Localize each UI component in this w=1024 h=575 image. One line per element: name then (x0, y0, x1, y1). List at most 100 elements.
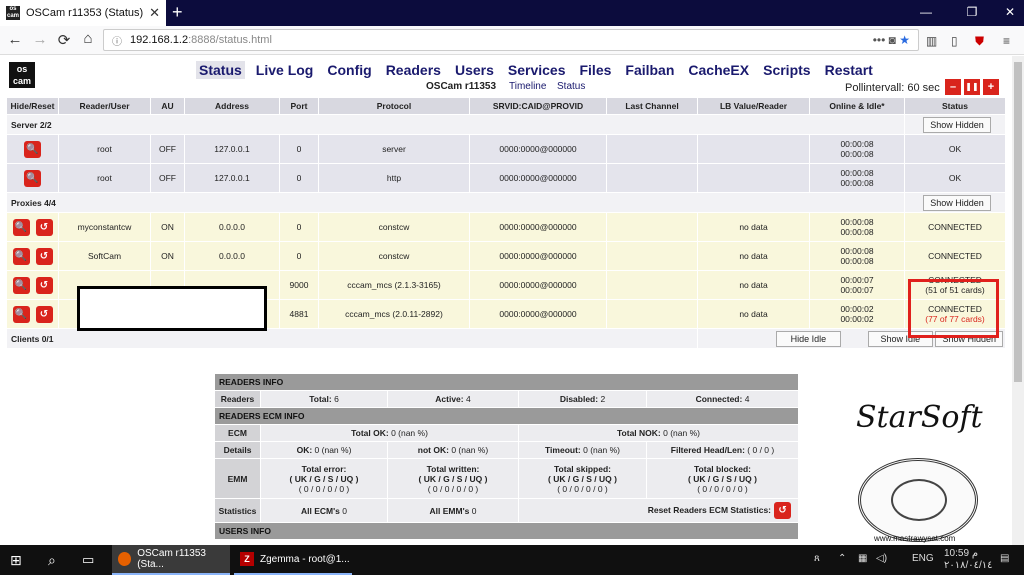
col-protocol: Protocol (318, 97, 470, 115)
url-bar[interactable]: ⓘ 192.168.1.2 :8888/status.html ••• ◙ ★ (103, 29, 919, 51)
menu-live-log[interactable]: Live Log (253, 61, 317, 79)
server-srvid: 0000:0000@000000 (469, 163, 607, 193)
server-au: OFF (150, 134, 185, 164)
reset-icon[interactable]: ↺ (35, 305, 53, 323)
forward-button[interactable]: → (29, 31, 51, 48)
taskbar-app-firefox[interactable]: OSCam r11353 (Sta... (112, 545, 230, 575)
readers-label: Readers (214, 390, 261, 408)
readers-disabled: Disabled: 2 (518, 390, 647, 408)
reset-icon[interactable]: ↺ (35, 247, 53, 265)
col-au: AU (150, 97, 185, 115)
search-icon[interactable]: 🔍 (24, 140, 41, 158)
col-status: Status (904, 97, 1006, 115)
proxy-last-channel (606, 212, 698, 242)
search-icon[interactable]: 🔍 (12, 276, 30, 294)
clock-date[interactable]: ٢٠١٨/٠٤/١٤ (944, 560, 993, 571)
menu-restart[interactable]: Restart (822, 61, 876, 79)
minimize-window-icon[interactable]: — (916, 5, 936, 19)
clients-section-label: Clients 0/1 (6, 328, 698, 349)
proxy-online-idle: 00:00:07 00:00:07 (809, 270, 905, 300)
proxies-show-hidden-button[interactable]: Show Hidden (923, 194, 991, 211)
watermark-text: StarSoft (856, 400, 983, 435)
proxy-port: 4881 (279, 299, 319, 329)
table-row: 🔍 ↺ myconstantcw ON 0.0.0.0 0 constcw 000… (6, 212, 1006, 242)
info-icon[interactable]: ⓘ (112, 33, 122, 48)
menu-scripts[interactable]: Scripts (760, 61, 813, 79)
network-icon[interactable]: ▦ (858, 553, 867, 564)
reload-button[interactable]: ⟳ (53, 31, 75, 49)
close-window-icon[interactable]: ✕ (1000, 5, 1020, 19)
search-icon[interactable]: 🔍 (24, 169, 41, 187)
sidebar-icon[interactable]: ▯ (951, 34, 958, 48)
oscam-logo[interactable]: os cam (9, 62, 35, 88)
server-show-hidden-button[interactable]: Show Hidden (923, 116, 991, 133)
timeline-link[interactable]: Timeline (509, 81, 546, 92)
proxy-lb-value: no data (697, 299, 810, 329)
details-ok: OK: 0 (nan %) (260, 441, 388, 459)
readers-total: Total: 6 (260, 390, 388, 408)
server-status: OK (904, 134, 1006, 164)
task-view-icon[interactable]: ▭ (82, 545, 94, 575)
restore-window-icon[interactable]: ❐ (962, 5, 982, 19)
poll-decrease-button[interactable]: – (945, 79, 961, 95)
library-icon[interactable]: ▥ (926, 34, 937, 48)
taskbar-app-filezilla[interactable]: Z Zgemma - root@1... (234, 545, 352, 575)
menu-config[interactable]: Config (324, 61, 374, 79)
ecm-label: ECM (214, 424, 261, 442)
proxy-lb-value: no data (697, 270, 810, 300)
notification-icon[interactable]: ▤ (1000, 553, 1009, 564)
search-icon[interactable]: 🔍 (12, 305, 30, 323)
poll-increase-button[interactable]: + (983, 79, 999, 95)
language-indicator[interactable]: ENG (912, 553, 934, 564)
clients-section-row: Clients 0/1 Hide Idle Show Idle Show Hid… (6, 328, 1006, 349)
search-icon[interactable]: 🔍 (12, 247, 30, 265)
back-button[interactable]: ← (4, 31, 26, 48)
people-icon[interactable]: ጸ (814, 553, 820, 564)
status-link[interactable]: Status (557, 81, 585, 92)
new-tab-button[interactable]: + (172, 2, 183, 23)
scrollbar-thumb[interactable] (1014, 62, 1022, 382)
hide-idle-button[interactable]: Hide Idle (775, 330, 842, 347)
url-path: :8888/status.html (188, 34, 272, 46)
proxy-protocol: constcw (318, 212, 470, 242)
emm-total-blocked: Total blocked:( UK / G / S / UQ )( 0 / 0… (645, 458, 800, 499)
menu-users[interactable]: Users (452, 61, 497, 79)
proxy-user: SoftCam (58, 241, 151, 271)
poll-pause-button[interactable]: ❚❚ (964, 79, 980, 95)
readers-connected: Connected: 4 (645, 390, 800, 408)
menu-cacheex[interactable]: CacheEX (685, 61, 752, 79)
highlight-box (908, 279, 999, 338)
reset-icon[interactable]: ↺ (35, 276, 53, 294)
search-icon[interactable]: 🔍 (12, 218, 30, 236)
tray-chevron-icon[interactable]: ⌃ (838, 553, 846, 564)
proxy-status: CONNECTED (904, 212, 1006, 242)
menu-icon[interactable]: ≡ (1003, 34, 1010, 48)
ublock-icon[interactable]: ⛊ (975, 34, 984, 49)
proxy-srvid: 0000:0000@000000 (469, 299, 607, 329)
reset-stats-icon[interactable]: ↺ (774, 502, 792, 519)
home-button[interactable]: ⌂ (77, 30, 99, 47)
proxy-au: ON (150, 241, 185, 271)
menu-status[interactable]: Status (196, 61, 245, 79)
browser-tab[interactable]: os cam OSCam r11353 (Status) ✕ (0, 0, 166, 26)
search-taskbar-icon[interactable]: ⌕ (48, 545, 56, 575)
volume-icon[interactable]: ◁) (876, 553, 887, 564)
server-user: root (58, 134, 151, 164)
server-address: 127.0.0.1 (184, 134, 280, 164)
menu-readers[interactable]: Readers (383, 61, 444, 79)
page-actions-icon[interactable]: ••• ◙ ★ (873, 33, 910, 47)
poll-interval: Pollintervall: 60 sec (845, 82, 940, 94)
close-tab-icon[interactable]: ✕ (149, 5, 160, 21)
server-online-idle: 00:00:08 00:00:08 (809, 134, 905, 164)
windows-start-icon[interactable]: ⊞ (10, 545, 22, 575)
menu-services[interactable]: Services (505, 61, 569, 79)
emm-total-skipped: Total skipped:( UK / G / S / UQ )( 0 / 0… (518, 458, 647, 499)
menu-failban[interactable]: Failban (622, 61, 677, 79)
clock-time[interactable]: 10:59 م (944, 548, 978, 559)
table-header-row: Hide/Reset Reader/User AU Address Port P… (6, 97, 1006, 115)
version-label: OSCam r11353 (426, 81, 497, 92)
reset-icon[interactable]: ↺ (35, 218, 53, 236)
proxy-protocol: cccam_mcs (2.1.3-3165) (318, 270, 470, 300)
proxy-last-channel (606, 241, 698, 271)
menu-files[interactable]: Files (576, 61, 614, 79)
